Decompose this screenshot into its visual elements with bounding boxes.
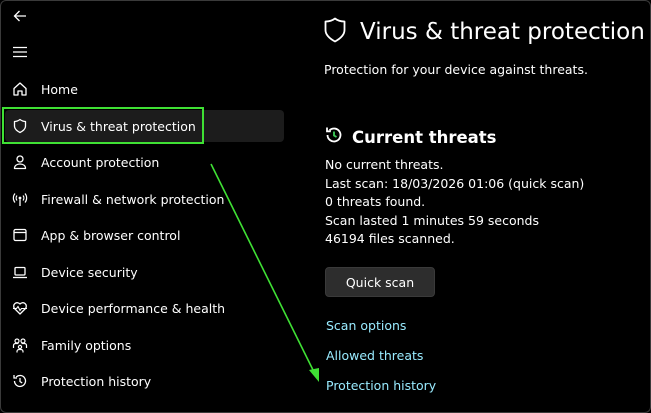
allowed-threats-link[interactable]: Allowed threats: [326, 348, 423, 363]
sidebar-item-label: Home: [41, 81, 78, 97]
protection-history-link[interactable]: Protection history: [326, 378, 436, 393]
files-scanned-line: 46194 files scanned.: [325, 231, 455, 246]
sidebar-item-home[interactable]: Home: [5, 73, 284, 105]
sidebar-item-label: Device security: [41, 264, 138, 280]
family-icon: [11, 336, 29, 354]
sidebar-item-label: Firewall & network protection: [41, 191, 225, 207]
sidebar-item-device-security[interactable]: Device security: [5, 256, 284, 288]
home-icon: [11, 80, 29, 98]
status-line: No current threats.: [325, 157, 444, 172]
laptop-icon: [11, 263, 29, 281]
current-threats-heading: Current threats: [324, 125, 497, 149]
last-scan-line: Last scan: 18/03/2026 01:06 (quick scan): [325, 175, 585, 191]
defender-window: Home Virus & threat protection Account p…: [0, 0, 651, 413]
quick-scan-button[interactable]: Quick scan: [325, 267, 435, 297]
sidebar-item-account-protection[interactable]: Account protection: [5, 146, 284, 178]
sidebar-item-label: Protection history: [41, 373, 152, 389]
sidebar-item-firewall-network-protection[interactable]: Firewall & network protection: [5, 183, 284, 215]
app-window-icon: [11, 226, 29, 244]
sidebar-item-label: Family options: [41, 337, 132, 353]
current-threats-title: Current threats: [352, 127, 497, 147]
antenna-icon: [11, 190, 29, 208]
page-title: Virus & threat protection: [324, 17, 645, 47]
sidebar-item-label: App & browser control: [41, 227, 181, 243]
shield-icon: [324, 17, 346, 47]
scan-options-link[interactable]: Scan options: [326, 318, 406, 333]
threats-found-line: 0 threats found.: [325, 194, 426, 209]
scan-duration-line: Scan lasted 1 minutes 59 seconds: [325, 212, 539, 228]
main-content: Virus & threat protection Protection for…: [324, 1, 645, 412]
sidebar-item-family-options[interactable]: Family options: [5, 329, 284, 361]
sidebar: Home Virus & threat protection Account p…: [1, 1, 291, 412]
sidebar-item-app-browser-control[interactable]: App & browser control: [5, 219, 284, 251]
sidebar-item-device-performance-health[interactable]: Device performance & health: [5, 292, 284, 324]
hamburger-menu-icon[interactable]: [9, 41, 31, 63]
refresh-clock-icon: [324, 125, 344, 149]
sidebar-item-protection-history[interactable]: Protection history: [5, 365, 284, 397]
sidebar-item-label: Device performance & health: [41, 300, 226, 316]
page-subtitle: Protection for your device against threa…: [324, 62, 588, 77]
sidebar-item-label: Account protection: [41, 154, 160, 170]
history-icon: [11, 372, 29, 390]
heart-pulse-icon: [11, 299, 29, 317]
back-arrow-icon[interactable]: [9, 5, 31, 27]
person-icon: [11, 153, 29, 171]
threat-status-info: No current threats. Last scan: 18/03/202…: [325, 156, 584, 249]
highlight-box: [2, 107, 204, 144]
sidebar-item-virus-threat-protection[interactable]: Virus & threat protection: [2, 107, 284, 144]
page-title-text: Virus & threat protection: [360, 19, 645, 45]
